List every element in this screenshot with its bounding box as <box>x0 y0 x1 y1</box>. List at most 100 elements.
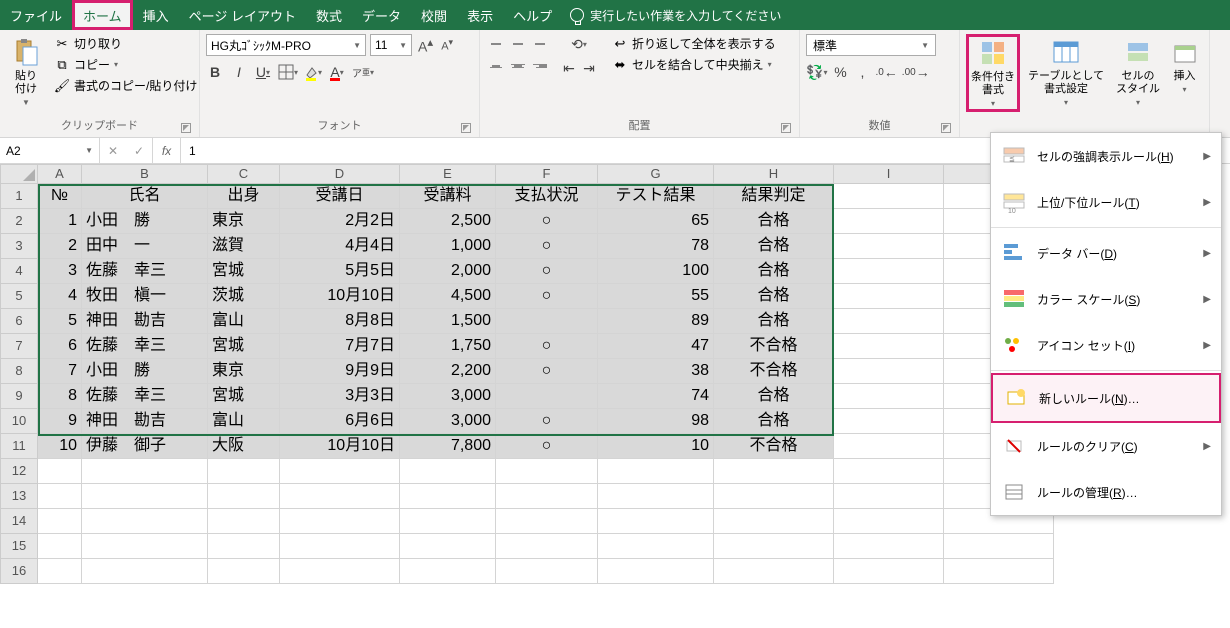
cf-top-bottom-rules[interactable]: 10 上位/下位ルール(T) ▶ <box>991 179 1221 225</box>
cell[interactable]: 合格 <box>714 209 834 234</box>
cell[interactable] <box>496 534 598 559</box>
cf-new-rule[interactable]: 新しいルール(N)… <box>991 373 1221 423</box>
wrap-text-button[interactable]: ↩折り返して全体を表示する <box>608 34 780 53</box>
decrease-font-icon[interactable]: A▾ <box>439 37 455 53</box>
name-box[interactable]: A2▼ <box>0 138 100 163</box>
tab-view[interactable]: 表示 <box>457 0 503 30</box>
cell[interactable] <box>496 459 598 484</box>
cell[interactable]: 2 <box>38 234 82 259</box>
cell[interactable] <box>834 209 944 234</box>
row-header[interactable]: 9 <box>0 384 38 409</box>
cancel-formula-icon[interactable]: ✕ <box>100 144 126 158</box>
borders-button[interactable]: ▾ <box>278 62 298 82</box>
row-header[interactable]: 7 <box>0 334 38 359</box>
cell[interactable] <box>834 184 944 209</box>
row-header[interactable]: 11 <box>0 434 38 459</box>
font-color-button[interactable]: A▾ <box>328 62 346 82</box>
cell[interactable]: 伊藤 御子 <box>82 434 208 459</box>
cell[interactable]: 8月8日 <box>280 309 400 334</box>
cell[interactable] <box>834 409 944 434</box>
cut-button[interactable]: ✂切り取り <box>50 34 201 53</box>
cf-data-bars[interactable]: データ バー(D) ▶ <box>991 230 1221 276</box>
cell[interactable] <box>38 484 82 509</box>
cell[interactable] <box>944 559 1054 584</box>
tab-help[interactable]: ヘルプ <box>503 0 562 30</box>
tell-me[interactable]: 実行したい作業を入力してください <box>570 0 781 30</box>
cell[interactable]: 2,500 <box>400 209 496 234</box>
cell[interactable]: 4 <box>38 284 82 309</box>
cell[interactable] <box>496 384 598 409</box>
cell[interactable]: 100 <box>598 259 714 284</box>
cell[interactable]: 宮城 <box>208 384 280 409</box>
fx-icon[interactable]: fx <box>153 138 181 163</box>
cell[interactable] <box>38 459 82 484</box>
cell[interactable]: 6 <box>38 334 82 359</box>
increase-font-icon[interactable]: A▴ <box>416 35 435 55</box>
column-header[interactable]: A <box>38 164 82 184</box>
cell[interactable] <box>834 534 944 559</box>
cf-icon-sets[interactable]: アイコン セット(I) ▶ <box>991 322 1221 368</box>
cell[interactable] <box>280 559 400 584</box>
cell[interactable] <box>834 509 944 534</box>
copy-button[interactable]: ⧉コピー ▾ <box>50 55 201 74</box>
cell[interactable]: 98 <box>598 409 714 434</box>
row-header[interactable]: 6 <box>0 309 38 334</box>
dialog-launcher-icon[interactable] <box>781 123 791 133</box>
cell[interactable] <box>82 459 208 484</box>
cell[interactable]: 2,000 <box>400 259 496 284</box>
currency-button[interactable]: 💱▾ <box>806 62 827 82</box>
cell[interactable]: 74 <box>598 384 714 409</box>
row-header[interactable]: 1 <box>0 184 38 209</box>
cell[interactable]: 3,000 <box>400 409 496 434</box>
column-header[interactable]: H <box>714 164 834 184</box>
dialog-launcher-icon[interactable] <box>941 123 951 133</box>
cell[interactable]: 3 <box>38 259 82 284</box>
row-header[interactable]: 4 <box>0 259 38 284</box>
column-header[interactable]: F <box>496 164 598 184</box>
font-size-select[interactable]: 11▼ <box>370 34 412 56</box>
align-top-button[interactable] <box>486 34 506 54</box>
cell[interactable] <box>834 559 944 584</box>
table-header-cell[interactable]: テスト結果 <box>598 184 714 209</box>
cell[interactable]: 佐藤 幸三 <box>82 334 208 359</box>
align-left-button[interactable] <box>486 56 506 76</box>
cell[interactable] <box>496 509 598 534</box>
orientation-button[interactable]: ⟲▾ <box>560 34 598 54</box>
cell[interactable]: 10 <box>598 434 714 459</box>
align-bottom-button[interactable] <box>530 34 550 54</box>
cell[interactable]: 3,000 <box>400 384 496 409</box>
table-header-cell[interactable]: 支払状況 <box>496 184 598 209</box>
cell[interactable] <box>82 484 208 509</box>
dialog-launcher-icon[interactable] <box>461 123 471 133</box>
cf-highlight-rules[interactable]: ≦ セルの強調表示ルール(H) ▶ <box>991 133 1221 179</box>
cell[interactable] <box>208 559 280 584</box>
cell[interactable] <box>714 534 834 559</box>
cell[interactable] <box>280 484 400 509</box>
cell[interactable] <box>208 484 280 509</box>
cell[interactable]: 10月10日 <box>280 434 400 459</box>
table-header-cell[interactable]: 受講日 <box>280 184 400 209</box>
cell[interactable]: 7 <box>38 359 82 384</box>
cell[interactable]: ○ <box>496 409 598 434</box>
cell[interactable]: 10月10日 <box>280 284 400 309</box>
table-header-cell[interactable]: 結果判定 <box>714 184 834 209</box>
cell[interactable]: 1,750 <box>400 334 496 359</box>
cell[interactable] <box>82 509 208 534</box>
dialog-launcher-icon[interactable] <box>181 123 191 133</box>
cell[interactable]: 2月2日 <box>280 209 400 234</box>
cell[interactable]: ○ <box>496 234 598 259</box>
tab-file[interactable]: ファイル <box>0 0 72 30</box>
cell[interactable] <box>400 559 496 584</box>
number-format-select[interactable]: 標準▼ <box>806 34 936 56</box>
row-header[interactable]: 3 <box>0 234 38 259</box>
format-painter-button[interactable]: 🖌書式のコピー/貼り付け <box>50 76 201 95</box>
cell[interactable]: 9 <box>38 409 82 434</box>
conditional-formatting-button[interactable]: 条件付き 書式▾ <box>966 34 1020 112</box>
cell[interactable]: 合格 <box>714 284 834 309</box>
row-header[interactable]: 13 <box>0 484 38 509</box>
cell[interactable]: 47 <box>598 334 714 359</box>
insert-cells-button[interactable]: 挿入▾ <box>1166 34 1203 97</box>
bold-button[interactable]: B <box>206 62 224 82</box>
cell[interactable]: 佐藤 幸三 <box>82 384 208 409</box>
cell[interactable] <box>834 234 944 259</box>
